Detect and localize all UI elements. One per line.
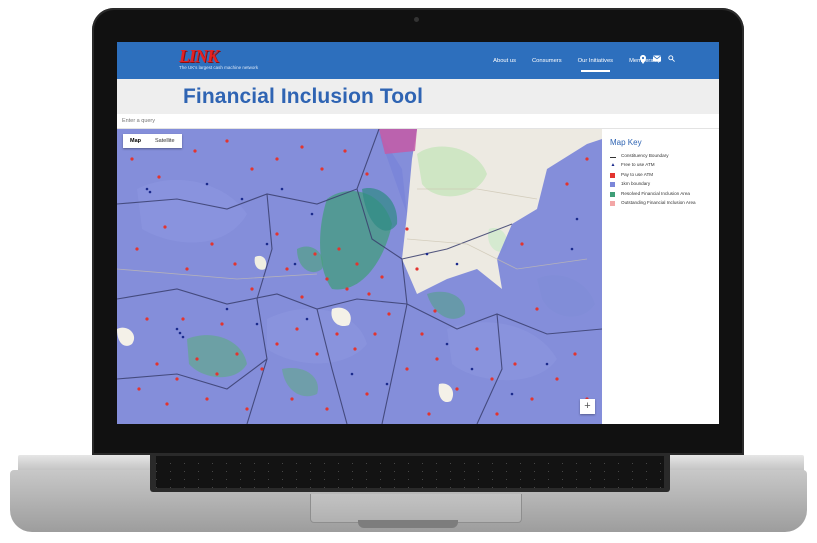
map-canvas[interactable] (117, 129, 602, 424)
legend-label: Resolved Financial Inclusion Area (621, 190, 690, 196)
nav-item-about-us[interactable]: About us (493, 58, 516, 64)
green-square-icon (610, 191, 616, 197)
legend-item: Outstanding Financial Inclusion Area (610, 200, 714, 207)
camera-icon (414, 17, 419, 22)
logo-tagline: The UK's largest cash machine network (179, 65, 259, 70)
map-legend: Map Key Constituency Boundary ▲ Free to … (602, 129, 719, 424)
trackpad (310, 494, 522, 523)
mail-icon[interactable] (653, 55, 661, 68)
nav-icons (640, 55, 675, 68)
legend-label: Free to use ATM (621, 162, 655, 168)
search-input[interactable] (117, 114, 719, 129)
page-title: Financial Inclusion Tool (183, 85, 424, 108)
legend-item: Constituency Boundary (610, 153, 714, 159)
purple-square-icon (610, 182, 616, 188)
laptop-notch (358, 520, 458, 528)
browser-screen: LINK The UK's largest cash machine netwo… (117, 42, 719, 424)
pink-square-icon (610, 201, 616, 207)
title-bar: Financial Inclusion Tool (117, 79, 719, 114)
map-type-satellite-button[interactable]: Satellite (148, 134, 182, 148)
legend-item: ▲ Free to use ATM (610, 162, 714, 168)
legend-item: 1km boundary (610, 181, 714, 188)
legend-list: Constituency Boundary ▲ Free to use ATM … (610, 153, 714, 210)
site-logo[interactable]: LINK The UK's largest cash machine netwo… (179, 46, 258, 70)
legend-label: 1km boundary (621, 181, 651, 187)
legend-label: Outstanding Financial Inclusion Area (621, 200, 696, 206)
laptop-mockup: LINK The UK's largest cash machine netwo… (0, 0, 817, 543)
site-header: LINK The UK's largest cash machine netwo… (117, 42, 719, 79)
map-type-map-button[interactable]: Map (123, 134, 148, 148)
legend-label: Constituency Boundary (621, 153, 669, 158)
red-square-icon (610, 172, 616, 178)
map-view[interactable]: Map Satellite + (117, 129, 602, 424)
nav-item-our-initiatives[interactable]: Our Initiatives (578, 58, 613, 72)
search-icon[interactable] (668, 55, 675, 68)
main-nav: About us Consumers Our Initiatives Membe… (493, 42, 661, 79)
zoom-in-button[interactable]: + (580, 399, 595, 414)
legend-title: Map Key (610, 138, 642, 147)
boundary-line-icon (610, 154, 616, 158)
logo-mark: LINK (179, 46, 219, 66)
legend-item: Resolved Financial Inclusion Area (610, 191, 714, 197)
triangle-icon: ▲ (610, 162, 616, 169)
nav-item-consumers[interactable]: Consumers (532, 58, 562, 64)
legend-label: Pay to use ATM (621, 171, 654, 177)
location-icon[interactable] (640, 55, 646, 68)
keyboard-keys (156, 456, 664, 488)
map-type-control: Map Satellite (123, 134, 182, 148)
legend-item: Pay to use ATM (610, 172, 714, 178)
